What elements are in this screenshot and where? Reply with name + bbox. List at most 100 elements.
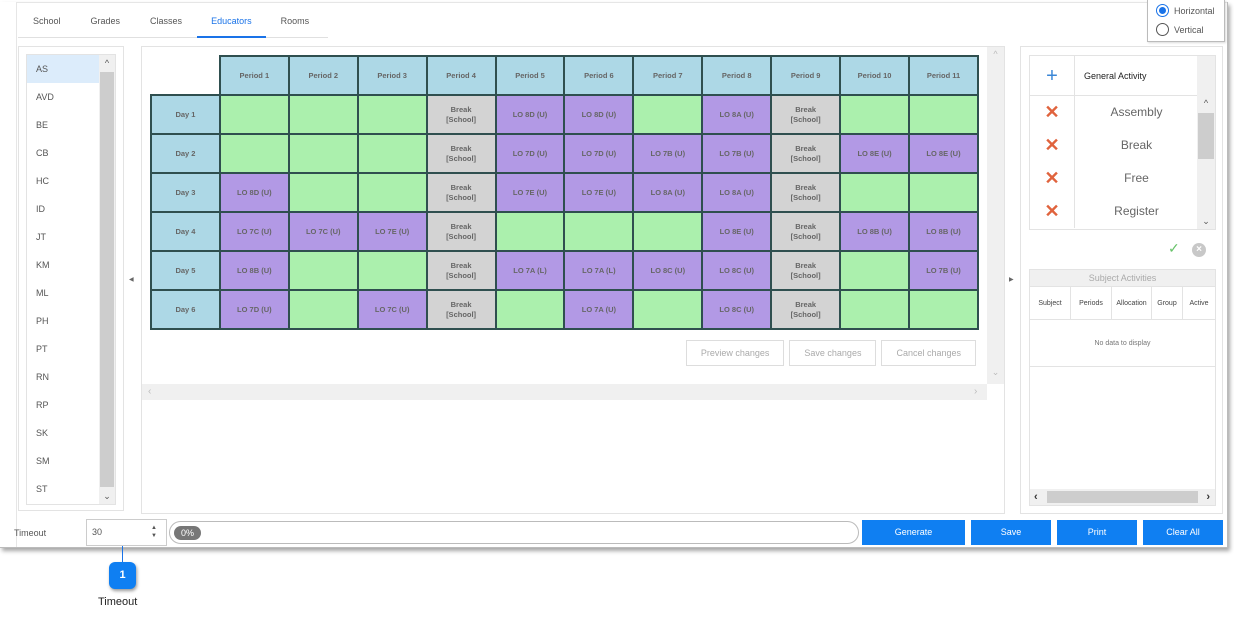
educator-item[interactable]: SM	[27, 447, 100, 475]
period-header[interactable]: Period 6	[563, 55, 635, 96]
timetable-vertical-scrollbar[interactable]: ^ ⌄	[987, 47, 1004, 384]
free-cell[interactable]	[287, 133, 359, 174]
scroll-right-icon[interactable]: ›	[1206, 489, 1210, 505]
period-header[interactable]: Period 9	[770, 55, 842, 96]
educator-item[interactable]: SK	[27, 419, 100, 447]
free-cell[interactable]	[356, 172, 428, 213]
timeout-value[interactable]: 30	[92, 527, 102, 537]
preview-changes-button[interactable]: Preview changes	[685, 340, 785, 366]
lesson-cell[interactable]: LO 8B (U)	[839, 211, 910, 252]
educator-item[interactable]: ML	[27, 279, 100, 307]
scroll-down-icon[interactable]: ⌄	[99, 488, 115, 504]
free-cell[interactable]	[632, 94, 704, 135]
column-header-group[interactable]: Group	[1152, 287, 1183, 319]
column-header-active[interactable]: Active	[1183, 287, 1215, 319]
free-cell[interactable]	[907, 172, 979, 213]
lesson-cell[interactable]: LO 8D (U)	[563, 94, 635, 135]
educator-item[interactable]: RP	[27, 391, 100, 419]
subject-activities-scrollbar[interactable]: ‹ ›	[1030, 489, 1215, 505]
free-cell[interactable]	[632, 289, 704, 330]
close-circle-icon[interactable]: ×	[1192, 243, 1206, 257]
day-header[interactable]: Day 5	[150, 250, 221, 291]
lesson-cell[interactable]: LO 7B (U)	[632, 133, 704, 174]
lesson-cell[interactable]: LO 8C (U)	[701, 250, 773, 291]
day-header[interactable]: Day 1	[150, 94, 221, 135]
lesson-cell[interactable]: LO 8B (U)	[218, 250, 290, 291]
generate-button[interactable]: Generate	[862, 520, 965, 545]
day-header[interactable]: Day 6	[150, 289, 221, 330]
lesson-cell[interactable]: LO 7A (U)	[563, 289, 635, 330]
free-cell[interactable]	[356, 250, 428, 291]
lesson-cell[interactable]: LO 7E (U)	[494, 172, 566, 213]
break-cell[interactable]: Break [School]	[770, 172, 842, 213]
collapse-left-icon[interactable]: ◀	[129, 276, 134, 283]
scroll-down-icon[interactable]: ⌄	[987, 367, 1004, 378]
break-cell[interactable]: Break [School]	[425, 133, 497, 174]
free-cell[interactable]	[907, 94, 979, 135]
free-cell[interactable]	[632, 211, 704, 252]
free-cell[interactable]	[839, 250, 910, 291]
scroll-right-icon[interactable]: ›	[974, 384, 977, 400]
free-cell[interactable]	[494, 289, 566, 330]
break-cell[interactable]: Break [School]	[425, 211, 497, 252]
lesson-cell[interactable]: LO 7B (U)	[701, 133, 773, 174]
period-header[interactable]: Period 5	[494, 55, 566, 96]
period-header[interactable]: Period 7	[632, 55, 704, 96]
lesson-cell[interactable]: LO 8A (U)	[701, 94, 773, 135]
lesson-cell[interactable]: LO 8A (U)	[701, 172, 773, 213]
tab-educators[interactable]: Educators	[197, 6, 266, 38]
free-cell[interactable]	[287, 94, 359, 135]
lesson-cell[interactable]: LO 8D (U)	[218, 172, 290, 213]
lesson-cell[interactable]: LO 8C (U)	[701, 289, 773, 330]
educator-item[interactable]: AVD	[27, 83, 100, 111]
tab-rooms[interactable]: Rooms	[266, 6, 325, 37]
lesson-cell[interactable]: LO 7C (U)	[287, 211, 359, 252]
lesson-cell[interactable]: LO 7A (L)	[563, 250, 635, 291]
free-cell[interactable]	[494, 211, 566, 252]
free-cell[interactable]	[839, 172, 910, 213]
increment-icon[interactable]: ▲	[151, 525, 157, 531]
educator-item[interactable]: AS	[27, 55, 100, 83]
lesson-cell[interactable]: LO 8D (U)	[494, 94, 566, 135]
educator-item[interactable]: PT	[27, 335, 100, 363]
break-cell[interactable]: Break [School]	[770, 133, 842, 174]
break-cell[interactable]: Break [School]	[770, 211, 842, 252]
free-cell[interactable]	[907, 289, 979, 330]
period-header[interactable]: Period 8	[701, 55, 773, 96]
radio-unchecked-icon[interactable]	[1156, 23, 1169, 36]
column-header-periods[interactable]: Periods	[1071, 287, 1112, 319]
cancel-changes-button[interactable]: Cancel changes	[881, 340, 976, 366]
break-cell[interactable]: Break [School]	[770, 94, 842, 135]
day-header[interactable]: Day 4	[150, 211, 221, 252]
general-activity-item[interactable]: ✕ Assembly	[1030, 96, 1198, 129]
scroll-up-icon[interactable]: ^	[99, 55, 115, 71]
break-cell[interactable]: Break [School]	[770, 250, 842, 291]
educator-item[interactable]: CB	[27, 139, 100, 167]
lesson-cell[interactable]: LO 8C (U)	[632, 250, 704, 291]
period-header[interactable]: Period 11	[907, 55, 979, 96]
scrollbar-thumb[interactable]	[1198, 113, 1214, 159]
period-header[interactable]: Period 4	[425, 55, 497, 96]
lesson-cell[interactable]: LO 7A (L)	[494, 250, 566, 291]
lesson-cell[interactable]: LO 7D (U)	[494, 133, 566, 174]
column-header-allocation[interactable]: Allocation	[1112, 287, 1152, 319]
scrollbar-thumb[interactable]	[100, 72, 114, 487]
lesson-cell[interactable]: LO 8E (U)	[907, 133, 979, 174]
free-cell[interactable]	[839, 94, 910, 135]
break-cell[interactable]: Break [School]	[425, 172, 497, 213]
educator-item[interactable]: ST	[27, 475, 100, 503]
radio-checked-icon[interactable]	[1156, 4, 1169, 17]
break-cell[interactable]: Break [School]	[425, 250, 497, 291]
decrement-icon[interactable]: ▼	[151, 533, 157, 539]
general-activity-item[interactable]: ✕ Free	[1030, 162, 1198, 195]
timetable-horizontal-scrollbar[interactable]: ‹ ›	[142, 384, 987, 400]
scroll-left-icon[interactable]: ‹	[148, 384, 151, 400]
delete-icon[interactable]: ✕	[1030, 129, 1075, 162]
free-cell[interactable]	[218, 133, 290, 174]
general-activity-item[interactable]: ✕ Register	[1030, 195, 1198, 228]
scroll-down-icon[interactable]: ⌄	[1197, 216, 1215, 227]
day-header[interactable]: Day 3	[150, 172, 221, 213]
lesson-cell[interactable]: LO 7E (U)	[356, 211, 428, 252]
free-cell[interactable]	[839, 289, 910, 330]
educator-item[interactable]: HC	[27, 167, 100, 195]
